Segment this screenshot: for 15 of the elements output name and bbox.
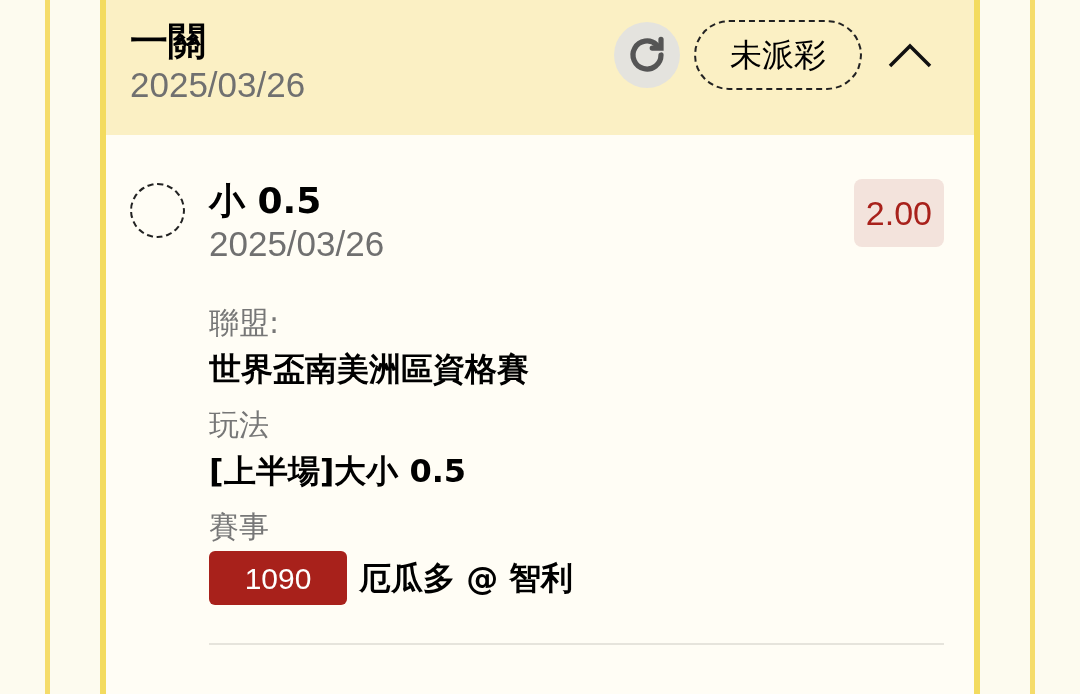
detail-label: 賽事: [209, 508, 270, 546]
bet-date: 2025/03/26: [130, 64, 306, 106]
detail-value: 世界盃南美洲區資格賽: [209, 349, 529, 390]
selection-radio[interactable]: [130, 183, 185, 238]
bet-type: 一關: [130, 18, 207, 64]
match-number-badge: 1090: [209, 551, 347, 605]
detail-value: 厄瓜多 @ 智利: [359, 558, 574, 599]
detail-value: [上半場]大小 0.5: [209, 451, 467, 492]
chevron-icon: [888, 42, 932, 68]
detail-label: 玩法: [209, 406, 270, 444]
status-badge: 未派彩: [694, 20, 862, 90]
selection-name: 小 0.5: [209, 179, 323, 223]
odds-badge: 2.00: [853, 179, 944, 247]
detail-label: 聯盟:: [209, 304, 281, 342]
selection-date: 2025/03/26: [209, 223, 386, 265]
